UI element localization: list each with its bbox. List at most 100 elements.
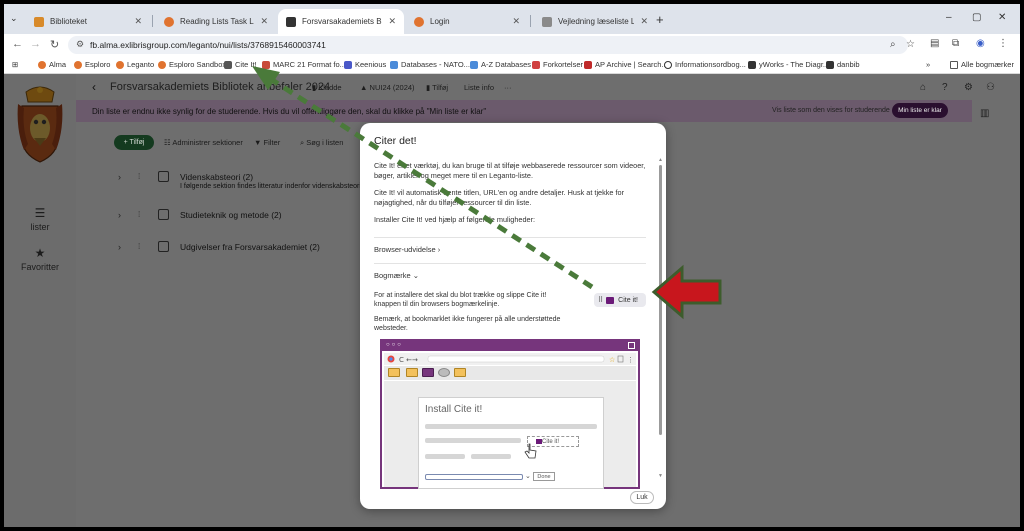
tab-close-icon[interactable]: ✕: [640, 16, 648, 27]
tab-close-icon[interactable]: ✕: [134, 16, 142, 27]
section-checkbox[interactable]: [158, 209, 169, 220]
all-bookmarks[interactable]: Alle bogmærker: [950, 60, 1014, 69]
apps-grid-icon[interactable]: ⊞: [12, 60, 18, 69]
add-header-button[interactable]: ▮ Tilføj: [426, 83, 448, 92]
star-icon: ★: [34, 246, 46, 260]
bookmark-leganto[interactable]: Leganto: [116, 60, 154, 69]
settings-gear-icon[interactable]: ⚙: [964, 82, 973, 93]
menu-kebab-icon[interactable]: ⋮: [998, 38, 1008, 49]
bookmark-favicon-icon: [38, 60, 46, 69]
sidebar-item-lister[interactable]: ☰ lister: [4, 206, 76, 232]
bookmark-favicon-icon: [344, 60, 352, 69]
dialog-body: Cite It! er et værktøj, du kan bruge til…: [374, 161, 646, 232]
restore-button[interactable]: ▢: [972, 12, 981, 23]
cite-it-bookmarklet-button[interactable]: ⠿ Cite it!: [594, 293, 646, 307]
bookmark-favicon-icon: [584, 60, 592, 69]
illustration-title: Install Cite it!: [425, 404, 483, 415]
reading-mode-icon[interactable]: ▤: [930, 38, 939, 49]
svg-text:☆: ☆: [609, 356, 615, 364]
site-settings-icon[interactable]: ⚙: [76, 39, 84, 50]
bookmark-favicon-icon: [748, 60, 756, 69]
back-arrow-icon[interactable]: ←: [12, 38, 23, 50]
bookmark-informationsordbog[interactable]: Informationsordbog...: [664, 60, 746, 69]
tab-search-chevron-icon[interactable]: ⌄: [10, 13, 18, 24]
close-dialog-button[interactable]: Luk: [630, 491, 654, 504]
browser-extension-accordion[interactable]: Browser-udvidelse ›: [374, 245, 440, 254]
tab-vejledning[interactable]: Vejledning læseliste Leganto ✕: [534, 9, 656, 34]
bookmark-az-databases[interactable]: A-Z Databases: [470, 60, 531, 69]
bookmark-favicon-icon: [158, 60, 166, 69]
zoom-icon[interactable]: ⌕: [890, 39, 896, 50]
illustration-panel: Install Cite it! Cite it! ⌄ Done: [418, 397, 604, 489]
section-title: Udgivelser fra Forsvarsakademiet (2): [180, 242, 320, 252]
bookmark-yworks[interactable]: yWorks - The Diagr...: [748, 60, 829, 69]
tab-biblioteket[interactable]: Biblioteket ✕: [26, 9, 150, 34]
reload-icon[interactable]: ↻: [50, 38, 59, 51]
course-badge[interactable]: ▲ NUI24 (2024): [360, 83, 415, 92]
close-window-button[interactable]: ✕: [998, 12, 1006, 23]
profile-icon[interactable]: ◉: [976, 38, 985, 49]
sidebar-item-label: lister: [30, 222, 50, 232]
tab-close-icon[interactable]: ✕: [260, 16, 268, 27]
minimize-button[interactable]: –: [946, 12, 952, 23]
cite-it-dialog: Citer det! Cite It! er et værktøj, du ka…: [360, 123, 666, 509]
scrollbar-thumb[interactable]: [659, 165, 662, 435]
drag-handle-icon[interactable]: ⁞: [138, 242, 140, 251]
coat-of-arms-logo: [17, 86, 63, 163]
bookmark-ap-archive[interactable]: AP Archive | Search...: [584, 60, 668, 69]
bookmark-esploro-sandbox[interactable]: Esploro Sandbox: [158, 60, 226, 69]
bookmark-cite-it[interactable]: Cite It!: [224, 60, 257, 69]
expand-chevron-icon[interactable]: ›: [118, 242, 121, 252]
scroll-up-icon[interactable]: ▲: [658, 157, 663, 163]
bookmark-alma[interactable]: Alma: [38, 60, 66, 69]
library-icon[interactable]: ⌂: [920, 82, 926, 93]
section-checkbox[interactable]: [158, 171, 169, 182]
extensions-icon[interactable]: ⧉: [952, 38, 959, 49]
drag-handle-icon[interactable]: ⁞: [138, 172, 140, 181]
sidebar-item-favoritter[interactable]: ★ Favoritter: [4, 246, 76, 272]
list-ready-button[interactable]: Min liste er klar: [892, 103, 948, 118]
url-text: fb.alma.exlibrisgroup.com/leganto/nui/li…: [90, 40, 326, 50]
filter-button[interactable]: ▼ Filter: [254, 138, 280, 147]
bookmark-databases-nato[interactable]: Databases - NATO...: [390, 60, 470, 69]
drag-handle-icon: ⠿: [598, 297, 604, 304]
tab-login[interactable]: Login ✕: [406, 9, 528, 34]
dialog-scrollbar[interactable]: ▲ ▼: [658, 157, 663, 481]
list-info-link[interactable]: Liste info: [464, 83, 494, 92]
help-icon[interactable]: ?: [942, 82, 948, 93]
dialog-title: Citer det!: [374, 135, 417, 147]
scroll-down-icon[interactable]: ▼: [658, 473, 663, 479]
bookmark-keenious[interactable]: Keenious: [344, 60, 386, 69]
tab-reading-lists[interactable]: Reading Lists Task List ✕: [156, 9, 276, 34]
view-as-student-link[interactable]: Vis liste som den vises for studerende: [772, 107, 890, 114]
bookmark-esploro[interactable]: Esploro: [74, 60, 110, 69]
bookmark-star-icon[interactable]: ☆: [906, 39, 915, 50]
user-icon[interactable]: ⚇: [986, 82, 995, 93]
tab-favicon-icon: [34, 16, 44, 27]
search-list-button[interactable]: ⌕ Søg i listen: [300, 138, 343, 148]
folder-icon: [950, 60, 958, 69]
tab-close-icon[interactable]: ✕: [388, 16, 396, 27]
bookmarks-more-icon[interactable]: »: [926, 60, 930, 69]
address-bar[interactable]: ⚙ fb.alma.exlibrisgroup.com/leganto/nui/…: [68, 36, 915, 54]
bookmark-forkortelser[interactable]: Forkortelser: [532, 60, 583, 69]
expand-chevron-icon[interactable]: ›: [118, 210, 121, 220]
tab-close-icon[interactable]: ✕: [512, 16, 520, 27]
tab-forsvarsakademiets[interactable]: Forsvarsakademiets Bibliotek a ✕: [278, 9, 404, 34]
manage-sections-button[interactable]: ☷ Administrer sektioner: [164, 138, 243, 147]
sections-icon: ☷: [164, 138, 171, 147]
chevron-down-icon: ⌄: [412, 271, 420, 280]
back-chevron-icon[interactable]: ‹: [92, 80, 96, 94]
more-options-icon[interactable]: ···: [504, 83, 512, 92]
bookmark-marc21[interactable]: MARC 21 Format fo...: [262, 60, 346, 69]
add-button[interactable]: + Tilføj: [114, 135, 154, 150]
drag-handle-icon[interactable]: ⁞: [138, 210, 140, 219]
expand-chevron-icon[interactable]: ›: [118, 172, 121, 182]
section-checkbox[interactable]: [158, 241, 169, 252]
new-tab-button[interactable]: +: [656, 12, 664, 27]
forward-arrow-icon[interactable]: →: [30, 38, 41, 50]
bookmark-danbib[interactable]: danbib: [826, 60, 860, 69]
bookmark-favicon-icon: [664, 60, 672, 69]
analytics-icon[interactable]: ▥: [980, 108, 989, 119]
bookmark-accordion[interactable]: Bogmærke ⌄: [374, 271, 419, 280]
